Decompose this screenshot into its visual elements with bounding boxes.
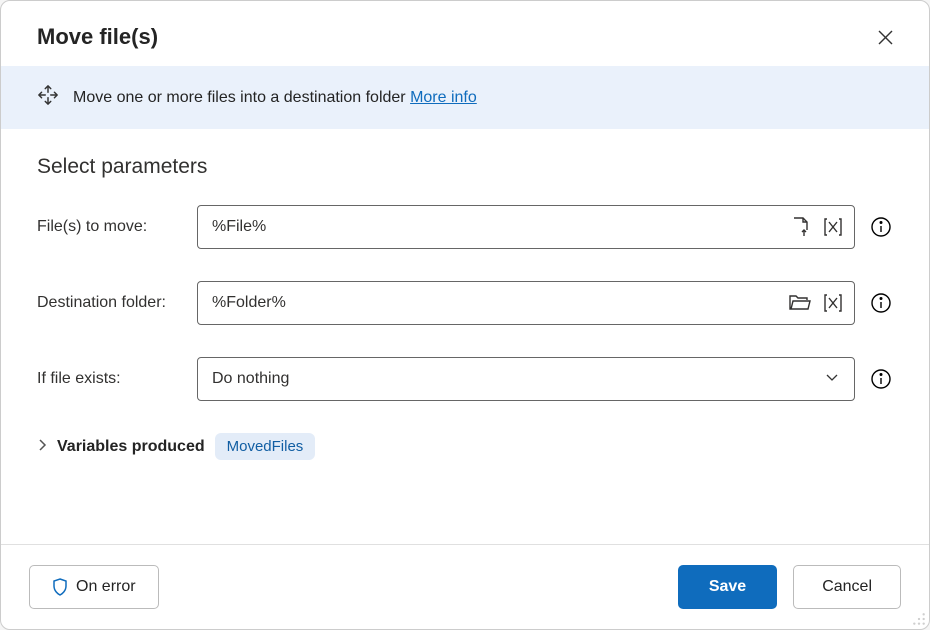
close-button[interactable]	[871, 23, 899, 51]
banner-text: Move one or more files into a destinatio…	[73, 89, 477, 107]
info-icon	[870, 292, 892, 314]
cancel-label: Cancel	[822, 578, 872, 596]
on-error-label: On error	[76, 578, 136, 596]
info-icon	[870, 216, 892, 238]
dialog-content: Select parameters File(s) to move:	[1, 129, 929, 544]
if-file-exists-row: If file exists: Do nothing	[37, 357, 893, 401]
destination-folder-label: Destination folder:	[37, 294, 197, 312]
variable-icon	[821, 217, 845, 237]
variables-produced-row[interactable]: Variables produced MovedFiles	[37, 433, 893, 460]
banner-text-content: Move one or more files into a destinatio…	[73, 89, 410, 106]
chevron-right-icon	[37, 439, 47, 454]
variable-picker-button-2[interactable]	[821, 293, 845, 313]
if-file-exists-value: Do nothing	[212, 370, 289, 388]
dialog-header: Move file(s)	[1, 1, 929, 66]
section-heading: Select parameters	[37, 155, 893, 179]
files-to-move-row: File(s) to move:	[37, 205, 893, 249]
files-to-move-input[interactable]	[197, 205, 855, 249]
files-to-move-label: File(s) to move:	[37, 218, 197, 236]
variable-chip[interactable]: MovedFiles	[215, 433, 316, 460]
variable-icon	[821, 293, 845, 313]
if-exists-info-button[interactable]	[869, 367, 893, 391]
move-files-dialog: Move file(s) Move one or more files into…	[0, 0, 930, 630]
dialog-footer: On error Save Cancel	[1, 544, 929, 629]
info-icon	[870, 368, 892, 390]
files-info-button[interactable]	[869, 215, 893, 239]
destination-folder-row: Destination folder:	[37, 281, 893, 325]
file-picker-icon	[791, 216, 811, 238]
if-file-exists-label: If file exists:	[37, 370, 197, 388]
folder-picker-button[interactable]	[789, 294, 811, 312]
destination-folder-input[interactable]	[197, 281, 855, 325]
dialog-title: Move file(s)	[37, 24, 158, 50]
file-picker-button[interactable]	[791, 216, 811, 238]
shield-icon	[52, 578, 68, 596]
destination-info-button[interactable]	[869, 291, 893, 315]
info-banner: Move one or more files into a destinatio…	[1, 66, 929, 129]
if-file-exists-select[interactable]: Do nothing	[197, 357, 855, 401]
folder-icon	[789, 294, 811, 312]
on-error-button[interactable]: On error	[29, 565, 159, 609]
chevron-down-icon	[824, 369, 840, 390]
save-label: Save	[709, 578, 746, 596]
move-arrows-icon	[37, 84, 59, 111]
variables-produced-label: Variables produced	[57, 438, 205, 456]
close-icon	[878, 30, 893, 45]
cancel-button[interactable]: Cancel	[793, 565, 901, 609]
more-info-link[interactable]: More info	[410, 89, 477, 106]
resize-grip-icon[interactable]	[912, 612, 926, 626]
variable-picker-button[interactable]	[821, 217, 845, 237]
save-button[interactable]: Save	[678, 565, 777, 609]
